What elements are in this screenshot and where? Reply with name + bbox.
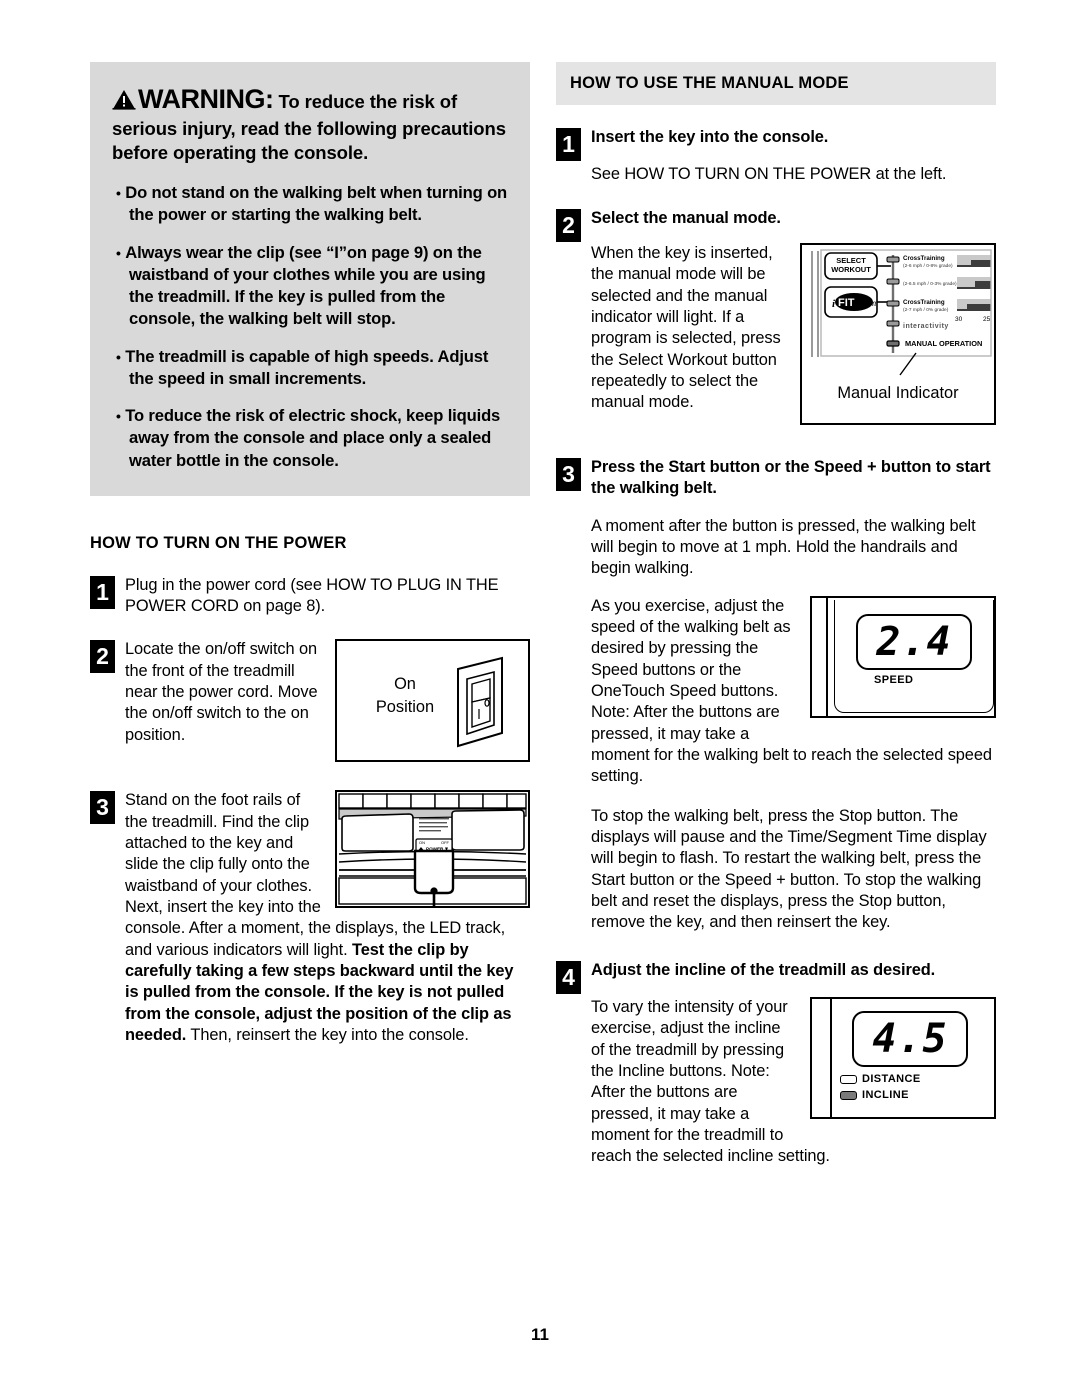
left-column: WARNING: To reduce the risk of serious i…	[90, 62, 530, 1046]
incline-display-figure: 4.5 DISTANCE INCLINE	[810, 996, 996, 1119]
warning-precaution-item: • The treadmill is capable of high speed…	[112, 346, 508, 390]
incline-label: INCLINE	[862, 1088, 909, 1101]
warning-precaution-item: • To reduce the risk of electric shock, …	[112, 405, 508, 472]
manual-step-1-body: See HOW TO TURN ON THE POWER at the left…	[591, 165, 947, 184]
step-number-badge: 3	[90, 791, 115, 825]
manual-indicator-figure: SELECT WORKOUT i FIT .com CrossTraining …	[800, 242, 996, 425]
power-step-2: 2 On Position Locate the on/off switch o…	[90, 639, 530, 768]
bullet-icon: •	[116, 244, 121, 261]
svg-text:CrossTraining: CrossTraining	[903, 299, 945, 306]
power-section-title: HOW TO TURN ON THE POWER	[90, 533, 347, 552]
treadmill-base-illustration: ON OFF POWER	[337, 792, 528, 907]
warning-headline: WARNING: To reduce the risk of serious i…	[112, 82, 508, 165]
svg-text:interactivity: interactivity	[903, 323, 949, 330]
on-position-line1: On	[394, 675, 416, 694]
svg-text:ON: ON	[419, 840, 425, 845]
warning-precaution-text: Do not stand on the walking belt when tu…	[125, 183, 508, 225]
page-number: 11	[531, 1325, 549, 1344]
svg-text:(2-7 mph / 0% grade): (2-7 mph / 0% grade)	[903, 307, 949, 313]
svg-text:30: 30	[955, 316, 963, 323]
right-column: HOW TO USE THE MANUAL MODE 1 Insert the …	[556, 62, 996, 1168]
on-position-line2: Position	[375, 697, 435, 716]
manual-step-3-body-3: To stop the walking belt, press the Stop…	[591, 806, 987, 932]
svg-text:MANUAL OPERATION: MANUAL OPERATION	[905, 339, 982, 348]
power-step-3-tail: Then, reinsert the key into the console.	[186, 1026, 469, 1045]
svg-text:(2-6 mph / 0-8% grade): (2-6 mph / 0-8% grade)	[903, 263, 953, 269]
warning-keyword: WARNING:	[138, 84, 274, 114]
manual-step-4-heading: Adjust the incline of the treadmill as d…	[591, 960, 936, 979]
step-number-badge: 1	[556, 128, 581, 161]
svg-text:WORKOUT: WORKOUT	[831, 265, 871, 274]
warning-precaution-item: • Do not stand on the walking belt when …	[112, 182, 508, 226]
treadmill-base-figure: ON OFF POWER	[335, 790, 530, 909]
manual-page: WARNING: To reduce the risk of serious i…	[0, 0, 1080, 1397]
console-rail	[830, 998, 832, 1117]
manual-step-1-heading: Insert the key into the console.	[591, 128, 829, 146]
manual-step-3: 3 Press the Start button or the Speed + …	[556, 457, 996, 500]
step-number-badge: 3	[556, 457, 581, 491]
step-number-badge: 2	[556, 208, 581, 242]
speed-lcd: 2.4	[856, 613, 972, 670]
on-position-label: On Position	[365, 673, 445, 717]
manual-indicator-leader-line	[899, 352, 917, 376]
incline-value: 4.5	[872, 1015, 948, 1062]
power-step-1-text: Plug in the power cord (see HOW TO PLUG …	[125, 575, 499, 616]
step-number-badge: 1	[90, 575, 115, 609]
warning-precaution-text: Always wear the clip (see “I”on page 9) …	[125, 242, 486, 329]
power-step-3: 3 ON OFF POWER Stand on the foot rails o…	[90, 790, 530, 1046]
speed-value: 2.4	[876, 618, 952, 665]
manual-step-1: 1 Insert the key into the console.	[556, 127, 996, 161]
manual-section-title: HOW TO USE THE MANUAL MODE	[556, 62, 996, 105]
svg-text:SELECT: SELECT	[836, 256, 866, 265]
power-step-1: 1 Plug in the power cord (see HOW TO PLU…	[90, 575, 530, 618]
warning-precaution-item: • Always wear the clip (see “I”on page 9…	[112, 242, 508, 331]
bullet-icon: •	[116, 185, 121, 202]
svg-text:OFF: OFF	[441, 840, 450, 845]
on-position-figure: On Position	[335, 639, 530, 763]
manual-indicator-caption: Manual Indicator	[837, 383, 959, 402]
speed-display-figure: 2.4 SPEED	[810, 595, 996, 718]
warning-precaution-list: • Do not stand on the walking belt when …	[112, 182, 508, 472]
console-illustration: SELECT WORKOUT i FIT .com CrossTraining …	[807, 248, 993, 359]
warning-precaution-text: To reduce the risk of electric shock, ke…	[125, 406, 501, 470]
warning-triangle-icon	[112, 89, 136, 116]
warning-precaution-text: The treadmill is capable of high speeds.…	[125, 346, 489, 388]
manual-step-2-heading: Select the manual mode.	[591, 208, 781, 227]
console-rail	[826, 597, 828, 716]
bullet-icon: •	[116, 408, 121, 425]
rocker-switch-illustration	[457, 657, 503, 748]
manual-step-4: 4 Adjust the incline of the treadmill as…	[556, 960, 996, 994]
manual-step-3-heading: Press the Start button or the Speed + bu…	[591, 457, 991, 498]
svg-text:25: 25	[983, 316, 991, 323]
incline-lcd: 4.5	[852, 1010, 968, 1067]
manual-step-3-body-1: A moment after the button is pressed, th…	[591, 516, 976, 578]
svg-text:FIT: FIT	[838, 297, 855, 309]
step-number-badge: 4	[556, 960, 581, 994]
svg-text:CrossTraining: CrossTraining	[903, 255, 945, 262]
manual-step-2: 2 Select the manual mode.	[556, 208, 996, 242]
warning-box: WARNING: To reduce the risk of serious i…	[90, 62, 530, 496]
svg-text:.com: .com	[859, 298, 877, 308]
speed-label: SPEED	[874, 673, 914, 686]
bullet-icon: •	[116, 348, 121, 365]
incline-led-icon	[840, 1090, 857, 1100]
svg-text:(2-6.5 mph / 0-3% grade): (2-6.5 mph / 0-3% grade)	[903, 281, 957, 287]
distance-label: DISTANCE	[862, 1072, 921, 1085]
step-number-badge: 2	[90, 640, 115, 674]
distance-led-icon	[840, 1074, 857, 1084]
